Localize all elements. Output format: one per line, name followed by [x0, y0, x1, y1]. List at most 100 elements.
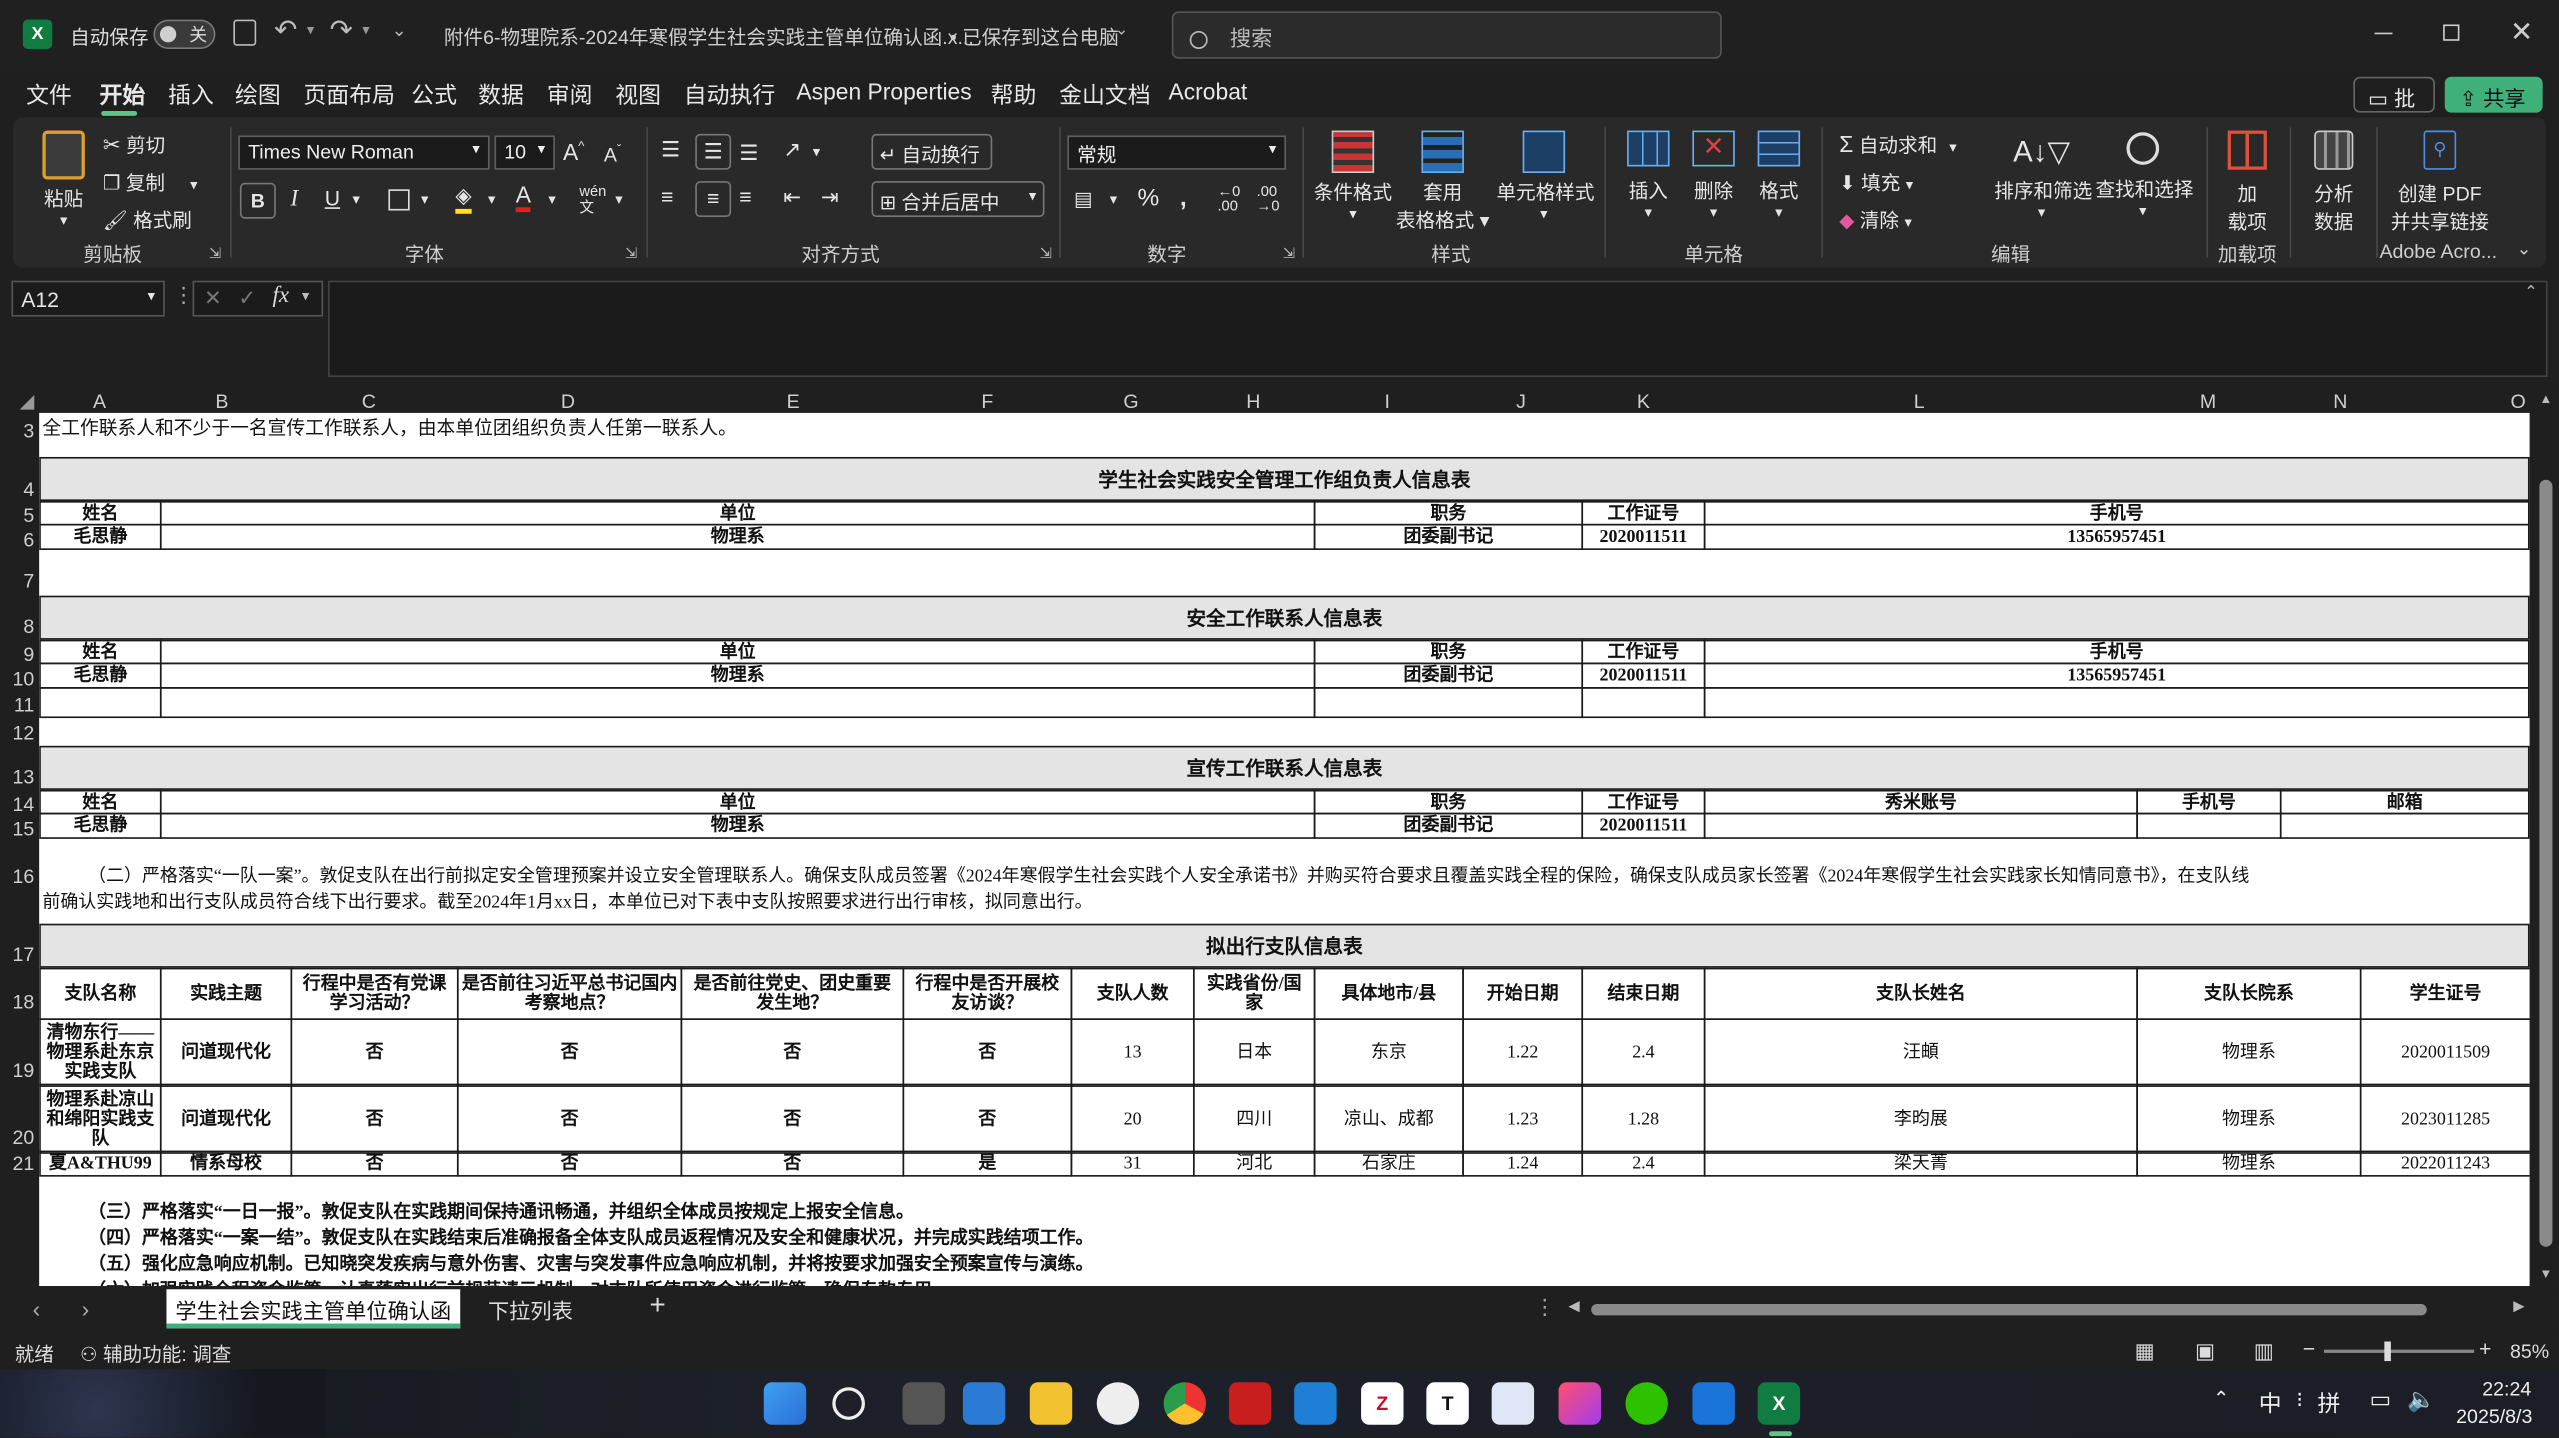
next-sheet-icon[interactable]: ›: [82, 1296, 90, 1322]
column-header[interactable]: I: [1371, 391, 1404, 413]
phonetic-icon[interactable]: wén 文: [579, 183, 606, 216]
format-painter-button[interactable]: 🖌 格式刷: [103, 206, 192, 234]
cube-app-icon[interactable]: [1692, 1382, 1735, 1425]
row-header[interactable]: 6: [23, 529, 34, 552]
increase-decimal-icon[interactable]: ←0.00: [1217, 184, 1240, 213]
tray-dots-icon[interactable]: ⁝: [2296, 1387, 2303, 1413]
undo-dropdown-icon[interactable]: ▾: [307, 21, 314, 39]
autosave-toggle[interactable]: 关: [153, 19, 216, 49]
clock-date[interactable]: 2025/8/3: [2456, 1405, 2532, 1428]
restore-icon[interactable]: [2443, 24, 2460, 41]
scroll-left-icon[interactable]: ◀: [1568, 1297, 1579, 1315]
merge-center-button[interactable]: ⊞ 合并后居中 ▾: [871, 181, 1045, 218]
number-launcher-icon[interactable]: ⇲: [1283, 245, 1295, 263]
orientation-dropdown-icon[interactable]: ▾: [813, 144, 820, 162]
accounting-dropdown-icon[interactable]: ▾: [1110, 191, 1117, 209]
minimize-icon[interactable]: [2374, 32, 2393, 35]
scroll-right-icon[interactable]: ▶: [2513, 1297, 2524, 1315]
format-cells-button[interactable]: 格式 ▾: [1750, 130, 1809, 222]
align-bottom-icon[interactable]: ☰: [739, 140, 758, 166]
column-header[interactable]: J: [1505, 391, 1538, 413]
column-header[interactable]: O: [2502, 391, 2535, 413]
zoom-slider-thumb[interactable]: [2384, 1341, 2391, 1362]
scroll-up-icon[interactable]: ▲: [2539, 392, 2552, 407]
chevron-down-icon[interactable]: ⌄: [1115, 21, 1129, 39]
column-header[interactable]: A: [83, 391, 116, 413]
zoom-in-icon[interactable]: +: [2479, 1337, 2491, 1361]
insert-function-icon[interactable]: fx: [273, 284, 289, 310]
row-header[interactable]: 7: [23, 570, 34, 593]
prev-sheet-icon[interactable]: ‹: [33, 1296, 41, 1322]
increase-font-icon[interactable]: A^: [563, 139, 584, 165]
increase-indent-icon[interactable]: ⇥: [821, 184, 839, 210]
share-button[interactable]: ⇪ 共享 ▾: [2444, 76, 2543, 137]
column-header[interactable]: M: [2192, 391, 2225, 413]
page-layout-view-icon[interactable]: ▣: [2195, 1338, 2215, 1364]
notes-app-icon[interactable]: [1491, 1382, 1535, 1425]
cancel-entry-icon[interactable]: ✕: [204, 286, 222, 312]
row-header[interactable]: 15: [12, 818, 34, 841]
tab-help[interactable]: 帮助: [991, 78, 1037, 111]
decrease-decimal-icon[interactable]: .00 →0: [1257, 184, 1280, 213]
formula-input[interactable]: ⌃: [328, 280, 2548, 377]
row-header[interactable]: 5: [23, 504, 34, 527]
excel-taskbar-icon[interactable]: X: [1757, 1382, 1801, 1425]
row-header[interactable]: 14: [12, 793, 34, 816]
add-sheet-icon[interactable]: +: [650, 1289, 666, 1322]
save-icon[interactable]: [233, 19, 257, 46]
collapse-formula-bar-icon[interactable]: ⌃: [2524, 284, 2538, 302]
wrap-text-button[interactable]: ↵ 自动换行: [871, 133, 993, 170]
tab-kingsoft-docs[interactable]: 金山文档: [1059, 78, 1150, 111]
function-dropdown-icon[interactable]: ▾: [302, 287, 309, 305]
customize-quick-access-icon[interactable]: ⌄: [392, 20, 407, 41]
create-pdf-button[interactable]: ⚲ 创建 PDF 并共享链接: [2386, 130, 2494, 235]
sheet-tab-dropdown-list[interactable]: 下拉列表: [477, 1294, 585, 1325]
vertical-scroll-thumb[interactable]: [2539, 479, 2553, 1247]
tab-draw[interactable]: 绘图: [235, 78, 281, 111]
number-format-select[interactable]: 常规 ▾: [1067, 135, 1287, 170]
zoom-out-icon[interactable]: −: [2303, 1337, 2315, 1361]
font-color-icon[interactable]: A: [515, 181, 531, 213]
task-view-icon[interactable]: [902, 1382, 945, 1425]
tab-acrobat[interactable]: Acrobat: [1169, 78, 1248, 104]
redo-dropdown-icon[interactable]: ▾: [362, 21, 369, 39]
align-middle-icon[interactable]: ☰: [695, 133, 732, 170]
copy-button[interactable]: ❐ 复制 ▾: [103, 168, 198, 196]
column-header[interactable]: E: [777, 391, 810, 413]
search-taskbar-icon[interactable]: [832, 1387, 865, 1420]
conditional-formatting-button[interactable]: 条件格式 ▾: [1314, 130, 1392, 224]
column-header[interactable]: L: [1903, 391, 1936, 413]
tab-aspen-properties[interactable]: Aspen Properties: [796, 78, 971, 104]
font-name-select[interactable]: Times New Roman ▾: [238, 135, 490, 170]
comments-button[interactable]: ▭ 批注: [2353, 76, 2435, 142]
fill-button[interactable]: ⬇ 填充 ▾: [1839, 168, 1913, 196]
underline-button[interactable]: U: [325, 186, 340, 210]
clear-button[interactable]: ◆ 清除 ▾: [1839, 206, 1912, 234]
file-explorer-icon[interactable]: [1029, 1382, 1073, 1425]
row-header[interactable]: 3: [23, 419, 34, 442]
borders-icon[interactable]: [388, 189, 410, 211]
row-header[interactable]: 9: [23, 643, 34, 666]
ribbon-collapse-icon[interactable]: ⌄: [2517, 238, 2532, 260]
wechat-icon[interactable]: [1625, 1382, 1668, 1425]
column-header[interactable]: B: [206, 391, 239, 413]
addins-button[interactable]: 加载项: [2220, 130, 2275, 235]
tab-home[interactable]: 开始: [100, 78, 146, 111]
typora-icon[interactable]: T: [1426, 1382, 1469, 1425]
acrobat-icon[interactable]: [1228, 1382, 1272, 1425]
font-launcher-icon[interactable]: ⇲: [625, 245, 637, 263]
phonetic-dropdown-icon[interactable]: ▾: [615, 191, 622, 209]
font-size-select[interactable]: 10 ▾: [494, 135, 555, 170]
align-left-icon[interactable]: ≡: [661, 184, 673, 208]
accounting-format-icon[interactable]: ▤: [1074, 188, 1093, 211]
creative-cloud-icon[interactable]: [1558, 1382, 1601, 1425]
row-header[interactable]: 20: [12, 1126, 34, 1149]
volume-icon[interactable]: 🔈: [2407, 1386, 2435, 1414]
decrease-font-icon[interactable]: Aˇ: [604, 142, 621, 166]
cut-button[interactable]: ✂ 剪切: [103, 131, 165, 159]
accessibility-status[interactable]: ⚇ 辅助功能: 调查: [80, 1340, 231, 1368]
align-right-icon[interactable]: ≡: [739, 184, 751, 208]
bold-button[interactable]: B: [239, 182, 276, 219]
analyze-data-button[interactable]: 分析 数据: [2304, 130, 2363, 235]
orientation-icon[interactable]: ↗: [783, 137, 801, 163]
